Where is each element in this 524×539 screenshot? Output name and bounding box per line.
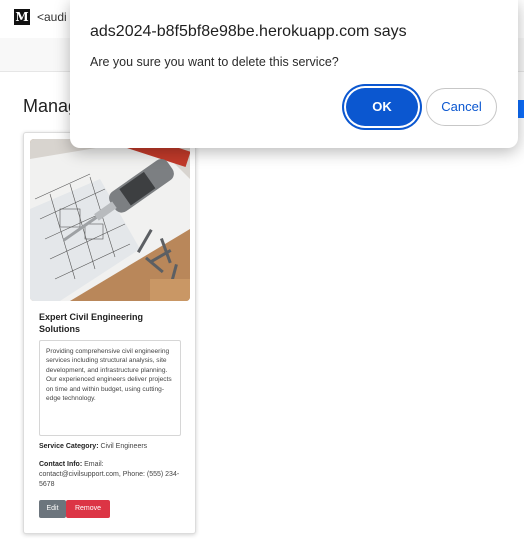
ok-button[interactable]: OK bbox=[346, 88, 418, 126]
service-card: Expert Civil Engineering Solutions Provi… bbox=[23, 132, 196, 534]
browser-tab-title[interactable]: <audi bbox=[37, 10, 67, 24]
contact-info: Contact Info: Email: contact@civilsuppor… bbox=[39, 460, 184, 490]
service-category-value: Civil Engineers bbox=[100, 443, 148, 450]
construction-drill-blueprint-image bbox=[30, 139, 190, 301]
service-category-label: Service Category: bbox=[39, 443, 99, 450]
confirm-dialog: ads2024-b8f5bf8e98be.herokuapp.com says … bbox=[70, 0, 518, 148]
service-description: Providing comprehensive civil engineerin… bbox=[39, 340, 181, 436]
dialog-message: Are you sure you want to delete this ser… bbox=[90, 55, 339, 69]
contact-info-label: Contact Info: bbox=[39, 461, 83, 468]
cancel-button[interactable]: Cancel bbox=[426, 88, 497, 126]
service-title: Expert Civil Engineering Solutions bbox=[39, 312, 144, 334]
remove-button[interactable]: Remove bbox=[66, 500, 110, 518]
site-favicon-icon: M bbox=[14, 9, 30, 25]
edit-button[interactable]: Edit bbox=[39, 500, 66, 518]
service-category: Service Category: Civil Engineers bbox=[39, 442, 184, 452]
dialog-title: ads2024-b8f5bf8e98be.herokuapp.com says bbox=[90, 23, 407, 40]
service-image bbox=[30, 139, 190, 301]
